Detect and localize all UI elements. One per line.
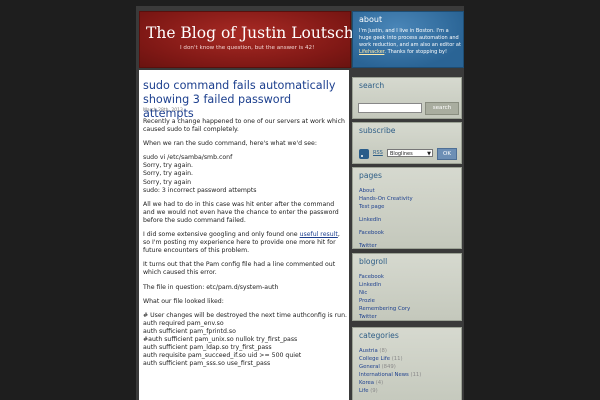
pages-heading: pages (359, 171, 382, 180)
site-title[interactable]: The Blog of Justin Loutsch (146, 24, 354, 42)
post-paragraph: When we ran the sudo command, here's wha… (143, 140, 317, 148)
category-item[interactable]: Life (9) (359, 387, 457, 395)
subscribe-heading: subscribe (359, 126, 396, 135)
blogroll-heading: blogroll (359, 257, 388, 266)
post-paragraph: What our file looked liked: (143, 297, 224, 305)
search-widget: search search (352, 77, 462, 119)
feed-reader-selected: Bloglines (390, 151, 413, 157)
code-line: Sorry, try again. (143, 170, 194, 178)
category-count: (11) (391, 356, 403, 362)
category-name[interactable]: International News (359, 372, 409, 378)
post-paragraph: It turns out that the Pam config file ha… (143, 261, 336, 277)
categories-widget: categories Austria (8) College Life (11)… (352, 327, 462, 400)
feed-reader-select[interactable]: Bloglines ▼ (387, 149, 433, 157)
page-link-facebook[interactable]: Facebook (359, 229, 457, 237)
about-heading: about (359, 15, 383, 24)
post-paragraph: All we had to do in this case was hit en… (143, 200, 339, 224)
code-line: #auth sufficient pam_unix.so nullok try_… (143, 335, 298, 343)
blogroll-link[interactable]: LinkedIn (359, 281, 457, 289)
chevron-down-icon: ▼ (427, 151, 431, 157)
post-paragraph: I did some extensive googling and only f… (143, 231, 347, 255)
category-item[interactable]: College Life (11) (359, 355, 457, 363)
category-name[interactable]: Life (359, 388, 369, 394)
category-count: (4) (375, 380, 384, 386)
category-item[interactable]: International News (11) (359, 371, 457, 379)
blogroll-link[interactable]: Prozie (359, 297, 457, 305)
category-name[interactable]: General (359, 364, 380, 370)
category-item[interactable]: Korea (4) (359, 379, 457, 387)
blogroll-widget: blogroll Facebook LinkedIn Nic Prozie Re… (352, 253, 462, 321)
about-text-before: I'm Justin, and I live in Boston. I'm a … (359, 28, 461, 48)
search-button[interactable]: search (425, 102, 459, 115)
page-link-hands-on-creativity[interactable]: Hands-On Creativity (359, 195, 457, 203)
code-block: # User changes will be destroyed the nex… (143, 312, 347, 369)
main-content: sudo command fails automatically showing… (139, 70, 349, 400)
page-link-about[interactable]: About (359, 187, 457, 195)
rss-icon[interactable] (359, 149, 369, 159)
category-count: (8) (379, 348, 387, 354)
rss-link[interactable]: RSS (373, 150, 383, 156)
search-input[interactable] (358, 103, 422, 113)
about-text-after: . Thanks for stopping by! (384, 49, 448, 55)
blogroll-link[interactable]: Nic (359, 289, 457, 297)
category-name[interactable]: Austria (359, 348, 378, 354)
post-paragraph: The file in question: etc/pam.d/system-a… (143, 283, 279, 291)
useful-result-link[interactable]: useful result (300, 231, 338, 238)
post-date: March 28th, 2013 (143, 108, 183, 113)
code-line: auth sufficient pam_ldap.so try_first_pa… (143, 344, 272, 352)
categories-heading: categories (359, 331, 399, 340)
post-paragraph: Recently a change happened to one of our… (143, 118, 345, 134)
category-name[interactable]: College Life (359, 356, 390, 362)
code-line: sudo vi /etc/samba/smb.conf (143, 154, 233, 162)
blogroll-link[interactable]: Twitter (359, 313, 457, 321)
code-line: Sorry, try again. (143, 162, 194, 170)
about-text: I'm Justin, and I live in Boston. I'm a … (359, 28, 461, 56)
about-box: about I'm Justin, and I live in Boston. … (352, 11, 464, 68)
category-count: (849) (381, 364, 396, 370)
search-heading: search (359, 81, 385, 90)
pages-list: About Hands-On Creativity Test page Link… (359, 187, 457, 250)
code-line: # User changes will be destroyed the nex… (143, 311, 347, 319)
blogroll-link[interactable]: Facebook (359, 273, 457, 281)
ok-button[interactable]: OK (437, 148, 457, 160)
subscribe-widget: subscribe RSS Bloglines ▼ OK (352, 122, 462, 164)
category-name[interactable]: Korea (359, 380, 374, 386)
code-block: sudo vi /etc/samba/smb.conf Sorry, try a… (143, 154, 347, 194)
category-item[interactable]: General (849) (359, 363, 457, 371)
code-line: sudo: 3 incorrect password attempts (143, 186, 257, 194)
code-line: auth sufficient pam_fprintd.so (143, 327, 236, 335)
post-text: I did some extensive googling and only f… (143, 231, 300, 239)
site-header: The Blog of Justin Loutsch I don't know … (139, 11, 354, 68)
post-title[interactable]: sudo command fails automatically showing… (143, 79, 343, 121)
category-count: (9) (370, 388, 378, 394)
code-line: auth requisite pam_succeed_if.so uid >= … (143, 352, 302, 360)
code-line: auth required pam_env.so (143, 319, 224, 327)
code-line: Sorry, try again (143, 178, 192, 186)
blogroll-link[interactable]: Remembering Cory (359, 305, 457, 313)
page-link-linkedin[interactable]: LinkedIn (359, 216, 457, 224)
category-count: (11) (410, 372, 422, 378)
about-link[interactable]: Lifehacker (359, 49, 384, 55)
site-tagline: I don't know the question, but the answe… (180, 45, 315, 51)
code-line: auth sufficient pam_sss.so use_first_pas… (143, 360, 271, 368)
post-body: Recently a change happened to one of our… (143, 118, 347, 368)
categories-list: Austria (8) College Life (11) General (8… (359, 347, 457, 395)
page-link-test-page[interactable]: Test page (359, 203, 457, 211)
page-link-twitter[interactable]: Twitter (359, 242, 457, 250)
category-item[interactable]: Austria (8) (359, 347, 457, 355)
pages-widget: pages About Hands-On Creativity Test pag… (352, 167, 462, 249)
sidebar: search search subscribe RSS Bloglines ▼ … (352, 70, 462, 400)
blogroll-list: Facebook LinkedIn Nic Prozie Remembering… (359, 273, 457, 321)
